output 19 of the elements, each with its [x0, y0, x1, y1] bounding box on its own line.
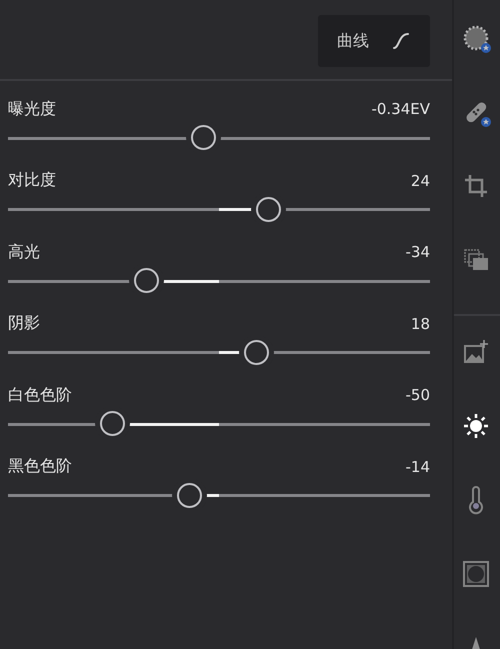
slider-label: 白色色阶: [8, 384, 72, 406]
slider-label: 高光: [8, 242, 40, 262]
slider-label: 阴影: [8, 313, 40, 334]
slider-fill: [219, 208, 252, 211]
slider-value: -14: [406, 458, 430, 476]
slider-value: -34: [406, 243, 430, 261]
slider-fill: [219, 351, 240, 354]
slider-label: 黑色色阶: [8, 456, 72, 477]
curve-icon: [391, 31, 411, 51]
slider-label: 对比度: [8, 170, 56, 191]
curves-button[interactable]: 曲线: [318, 15, 430, 67]
slider-label: 曝光度: [8, 98, 56, 120]
slider-value: -0.34EV: [371, 100, 430, 118]
slider-value: 24: [410, 172, 430, 190]
vignette-icon[interactable]: [462, 560, 492, 590]
slider-value: -50: [406, 386, 430, 404]
slider-fill: [162, 280, 219, 282]
dotted-circle-icon[interactable]: [462, 24, 492, 54]
slider-value: 18: [410, 314, 430, 332]
